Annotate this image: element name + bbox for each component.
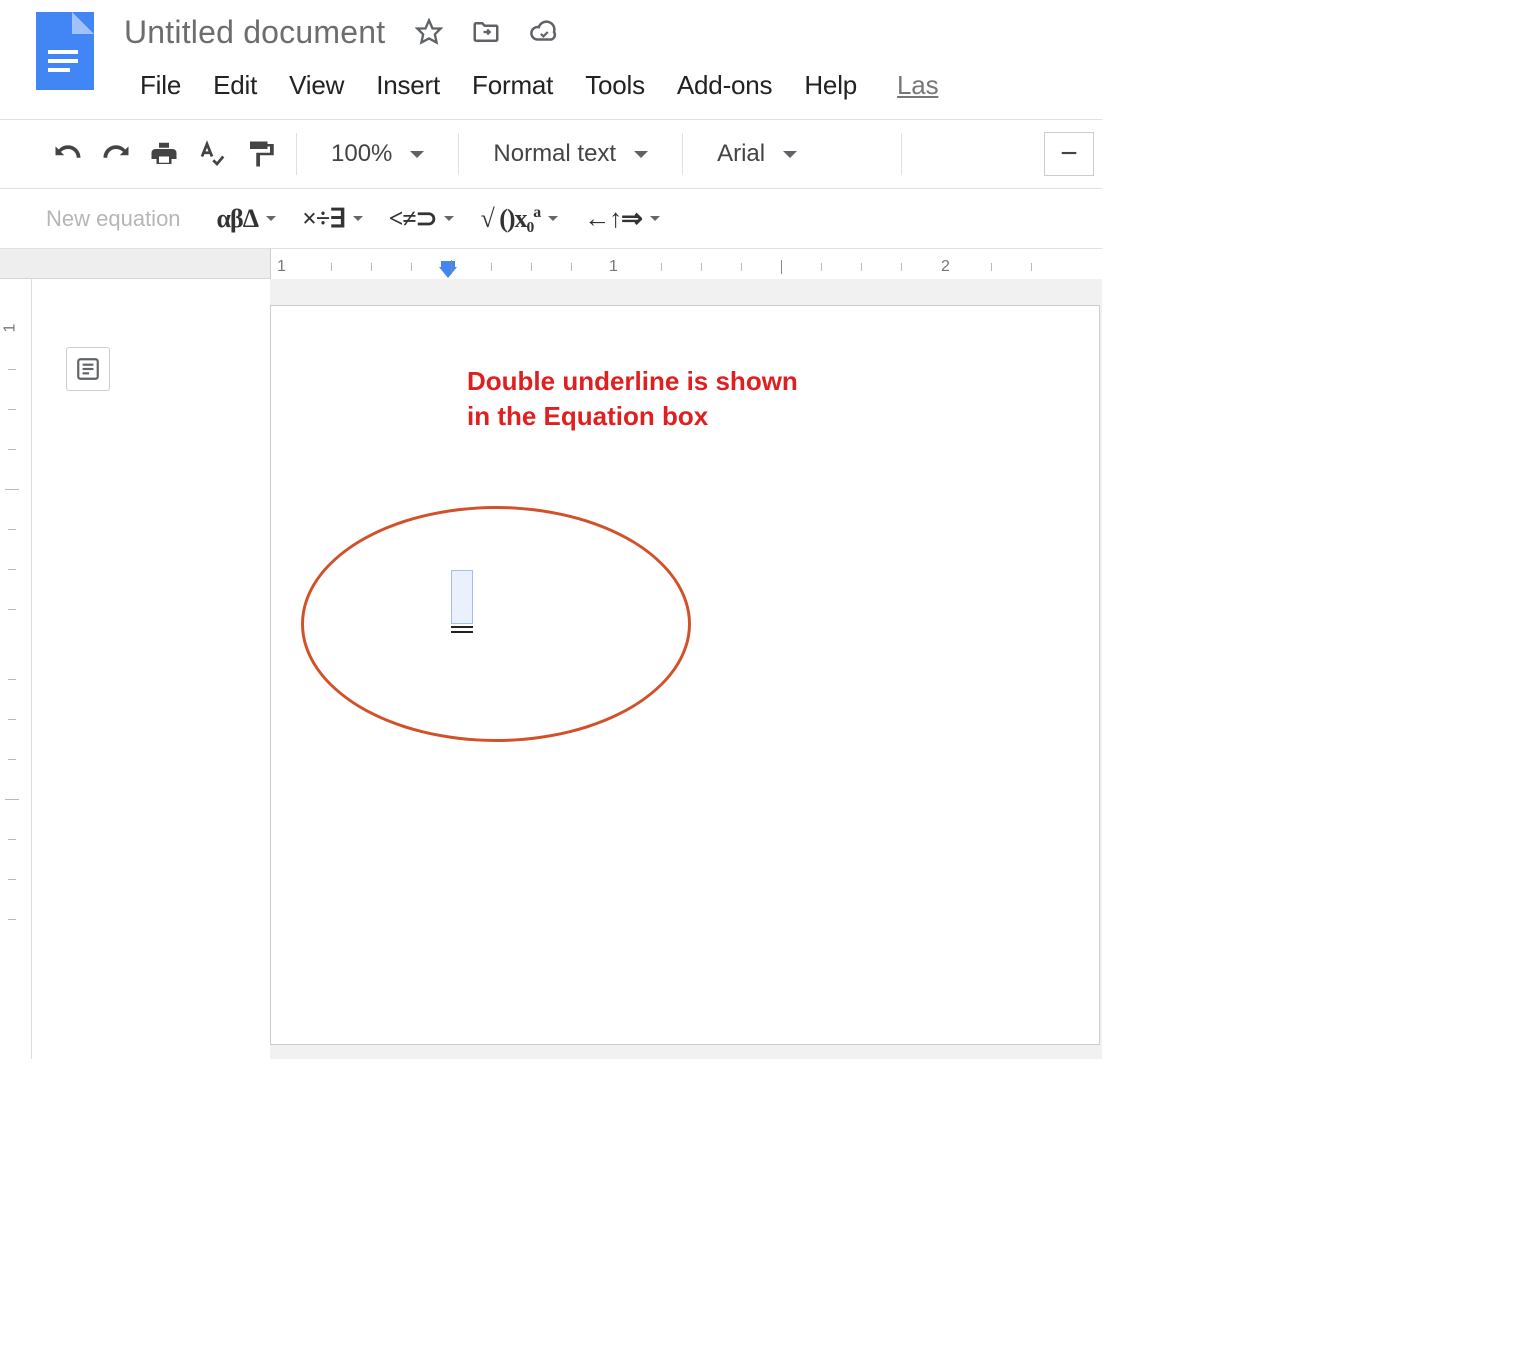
annotation-text: Double underline is shown in the Equatio… bbox=[467, 364, 807, 434]
menu-bar: File Edit View Insert Format Tools Add-o… bbox=[124, 66, 1102, 105]
ruler-number: 1 bbox=[277, 258, 286, 276]
arrows-label: ←↑⇒ bbox=[584, 204, 642, 234]
document-page[interactable]: Double underline is shown in the Equatio… bbox=[270, 305, 1100, 1045]
chevron-down-icon bbox=[634, 151, 648, 158]
ruler-number: 2 bbox=[941, 258, 950, 276]
new-equation-button[interactable]: New equation bbox=[46, 206, 181, 232]
greek-letters-label: αβΔ bbox=[217, 204, 259, 234]
undo-button[interactable] bbox=[46, 132, 90, 176]
menu-help[interactable]: Help bbox=[788, 66, 873, 105]
font-size-decrease-button[interactable]: − bbox=[1044, 132, 1094, 176]
arrows-dropdown[interactable]: ←↑⇒ bbox=[580, 204, 664, 234]
ruler-number: 1 bbox=[1, 324, 19, 333]
menu-tools[interactable]: Tools bbox=[569, 66, 661, 105]
relations-label: <≠⊃ bbox=[389, 204, 437, 234]
font-value: Arial bbox=[717, 140, 765, 168]
zoom-value: 100% bbox=[331, 140, 392, 168]
menu-file[interactable]: File bbox=[124, 66, 197, 105]
document-title[interactable]: Untitled document bbox=[124, 14, 385, 51]
docs-app-icon[interactable] bbox=[36, 12, 94, 90]
menu-format[interactable]: Format bbox=[456, 66, 569, 105]
chevron-down-icon bbox=[783, 151, 797, 158]
paint-format-button[interactable] bbox=[238, 132, 282, 176]
chevron-down-icon bbox=[650, 216, 660, 221]
horizontal-ruler[interactable]: 1 1 2 bbox=[0, 249, 1102, 279]
style-dropdown[interactable]: Normal text bbox=[473, 140, 668, 168]
chevron-down-icon bbox=[548, 216, 558, 221]
chevron-down-icon bbox=[266, 216, 276, 221]
equation-toolbar: New equation αβΔ ×÷∃ <≠⊃ √ ()x₀ª ←↑⇒ bbox=[0, 189, 1102, 249]
double-underline-icon bbox=[451, 626, 473, 636]
menu-insert[interactable]: Insert bbox=[360, 66, 456, 105]
math-operations-label: √ ()x₀ª bbox=[480, 204, 540, 234]
misc-operations-label: ×÷∃ bbox=[302, 204, 345, 234]
menu-view[interactable]: View bbox=[273, 66, 360, 105]
annotation-ellipse bbox=[301, 506, 691, 742]
document-outline-button[interactable] bbox=[66, 347, 110, 391]
relations-dropdown[interactable]: <≠⊃ bbox=[385, 204, 459, 234]
font-dropdown[interactable]: Arial bbox=[697, 140, 887, 168]
misc-operations-dropdown[interactable]: ×÷∃ bbox=[298, 204, 367, 234]
document-area: 1 Double underline is shown in the Equat… bbox=[0, 279, 1102, 1059]
left-gutter bbox=[32, 279, 270, 1059]
move-folder-icon[interactable] bbox=[471, 17, 501, 47]
menu-edit[interactable]: Edit bbox=[197, 66, 273, 105]
redo-button[interactable] bbox=[94, 132, 138, 176]
menu-last-edit[interactable]: Las bbox=[873, 66, 954, 105]
print-button[interactable] bbox=[142, 132, 186, 176]
indent-marker[interactable] bbox=[439, 267, 457, 278]
equation-box[interactable] bbox=[451, 570, 473, 624]
greek-letters-dropdown[interactable]: αβΔ bbox=[213, 204, 281, 234]
menu-addons[interactable]: Add-ons bbox=[661, 66, 788, 105]
spellcheck-button[interactable] bbox=[190, 132, 234, 176]
chevron-down-icon bbox=[410, 151, 424, 158]
vertical-ruler[interactable]: 1 bbox=[0, 279, 32, 1059]
math-operations-dropdown[interactable]: √ ()x₀ª bbox=[476, 204, 562, 234]
main-toolbar: 100% Normal text Arial − bbox=[0, 119, 1102, 189]
style-value: Normal text bbox=[493, 140, 616, 168]
star-icon[interactable] bbox=[415, 18, 443, 46]
cloud-status-icon[interactable] bbox=[529, 17, 559, 47]
chevron-down-icon bbox=[444, 216, 454, 221]
app-header: Untitled document File Edit View Insert … bbox=[0, 0, 1102, 105]
ruler-number: 1 bbox=[609, 258, 618, 276]
chevron-down-icon bbox=[353, 216, 363, 221]
zoom-dropdown[interactable]: 100% bbox=[311, 140, 444, 168]
